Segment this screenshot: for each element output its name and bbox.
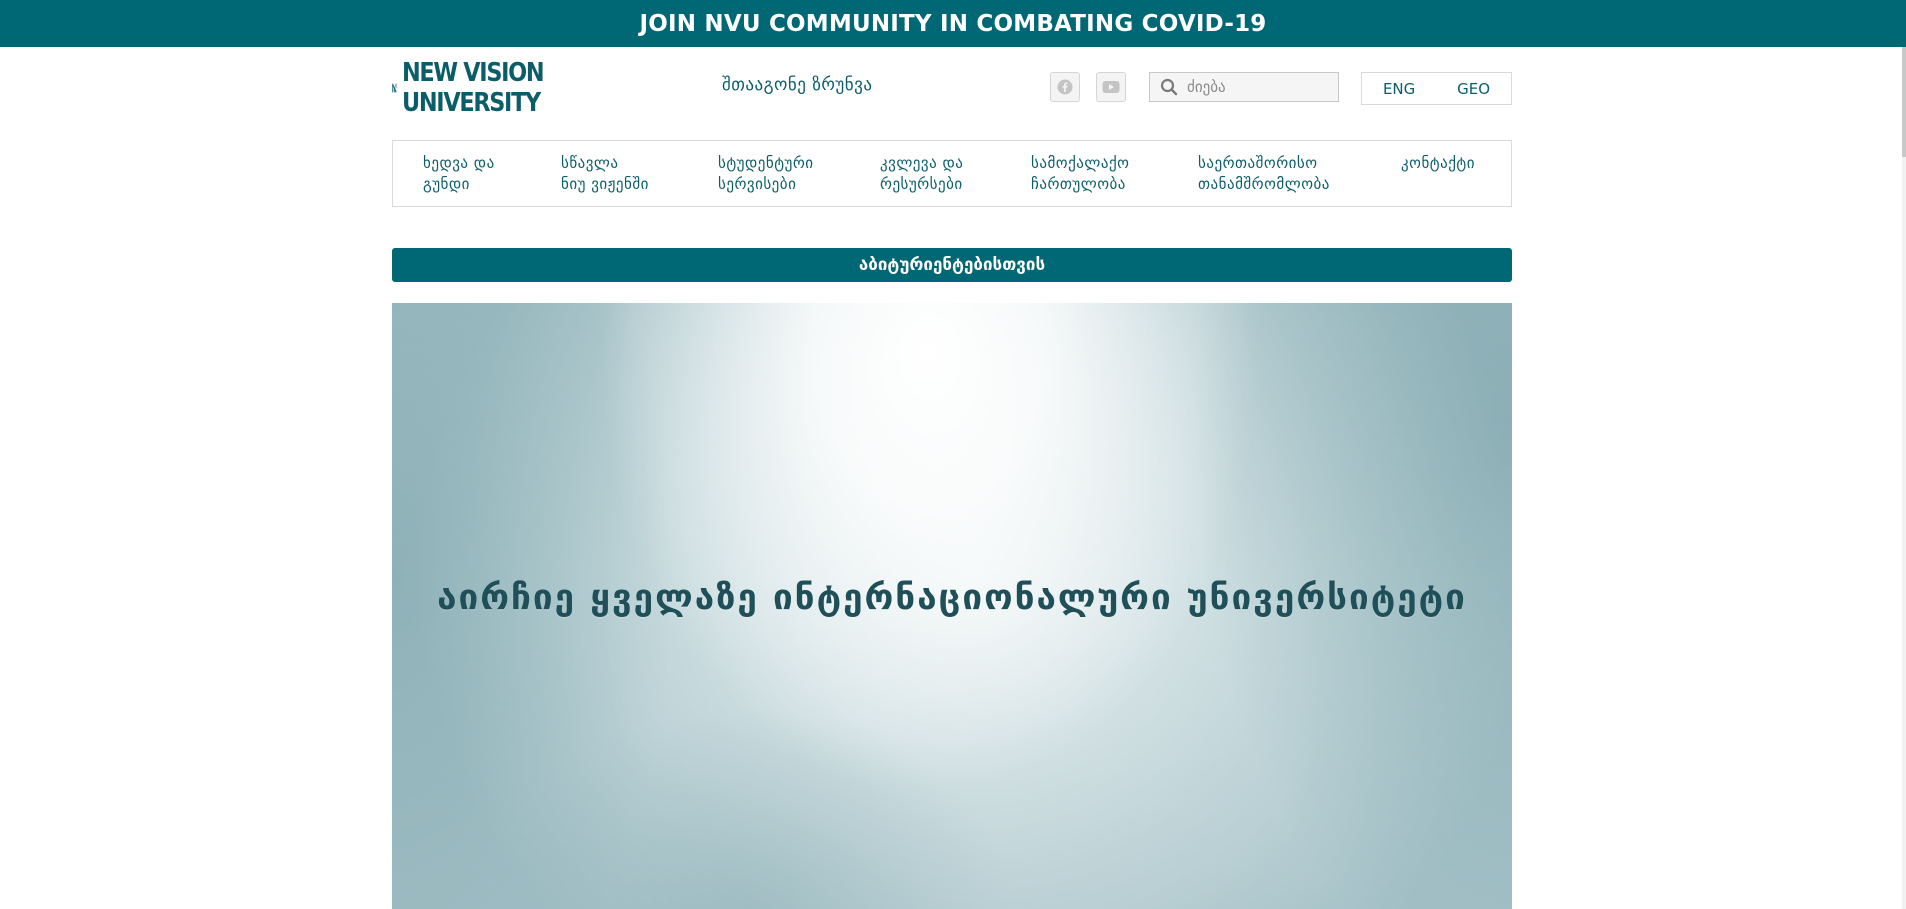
main-nav: ხედვა და გუნდი სწავლა ნიუ ვიჟენში სტუდენ… [392,140,1512,207]
facebook-icon [1057,79,1073,95]
nav-item-label: ნიუ ვიჟენში [561,175,649,193]
nav-item-vision-team[interactable]: ხედვა და გუნდი [423,153,495,195]
nav-item-label: კვლევა და [880,154,964,172]
nav-item-label: საერთაშორისო [1198,154,1318,172]
hero-banner[interactable]: აირჩიე ყველაზე ინტერნაციონალური უნივერსი… [392,303,1512,909]
nav-item-label: სამოქალაქო [1031,154,1130,172]
logo-line2: UNIVERSITY [401,88,541,118]
scrollbar-track[interactable] [1902,47,1906,909]
nav-item-label: სერვისები [718,175,797,193]
covid-banner[interactable]: JOIN NVU COMMUNITY IN COMBATING COVID-19 [0,0,1906,47]
nav-item-label: გუნდი [423,175,470,193]
nav-item-study[interactable]: სწავლა ნიუ ვიჟენში [561,153,649,195]
nav-item-research[interactable]: კვლევა და რესურსები [880,153,963,195]
nav-item-label: ჩართულობა [1031,175,1126,193]
nav-item-international[interactable]: საერთაშორისო თანამშრომლობა [1198,153,1330,195]
lang-eng[interactable]: ENG [1383,80,1415,98]
search-input[interactable] [1187,78,1327,96]
nav-item-label: თანამშრომლობა [1198,175,1330,193]
nav-item-student-services[interactable]: სტუდენტური სერვისები [718,153,814,195]
logo-wordmark: NEW VISION UNIVERSITY [401,58,545,118]
lang-geo[interactable]: GEO [1457,80,1490,98]
search-icon [1160,77,1180,97]
nav-item-label: რესურსები [880,175,963,193]
logo-line1: NEW VISION [401,58,545,88]
page: JOIN NVU COMMUNITY IN COMBATING COVID-19… [0,0,1906,909]
language-switcher: ENG GEO [1361,72,1512,105]
hero-title: აირჩიე ყველაზე ინტერნაციონალური უნივერსი… [437,578,1467,618]
site-logo[interactable]: NEW VISION UNIVERSITY [392,56,566,120]
nav-item-label: კონტაქტი [1401,154,1475,172]
nav-item-label: ხედვა და [423,154,495,172]
youtube-button[interactable] [1096,72,1126,102]
header-link[interactable]: შთააგონე ზრუნვა [722,75,873,95]
logo-mark-icon [392,83,397,93]
nav-item-label: სწავლა [561,154,619,172]
youtube-icon [1102,81,1120,93]
applicants-button[interactable]: აბიტურიენტებისთვის [392,248,1512,282]
nav-item-contact[interactable]: კონტაქტი [1401,153,1475,174]
nav-item-civic-engagement[interactable]: სამოქალაქო ჩართულობა [1031,153,1129,195]
scrollbar-thumb[interactable] [1902,47,1906,157]
facebook-button[interactable] [1050,72,1080,102]
search-box[interactable] [1149,72,1339,102]
nav-item-label: სტუდენტური [718,154,814,172]
